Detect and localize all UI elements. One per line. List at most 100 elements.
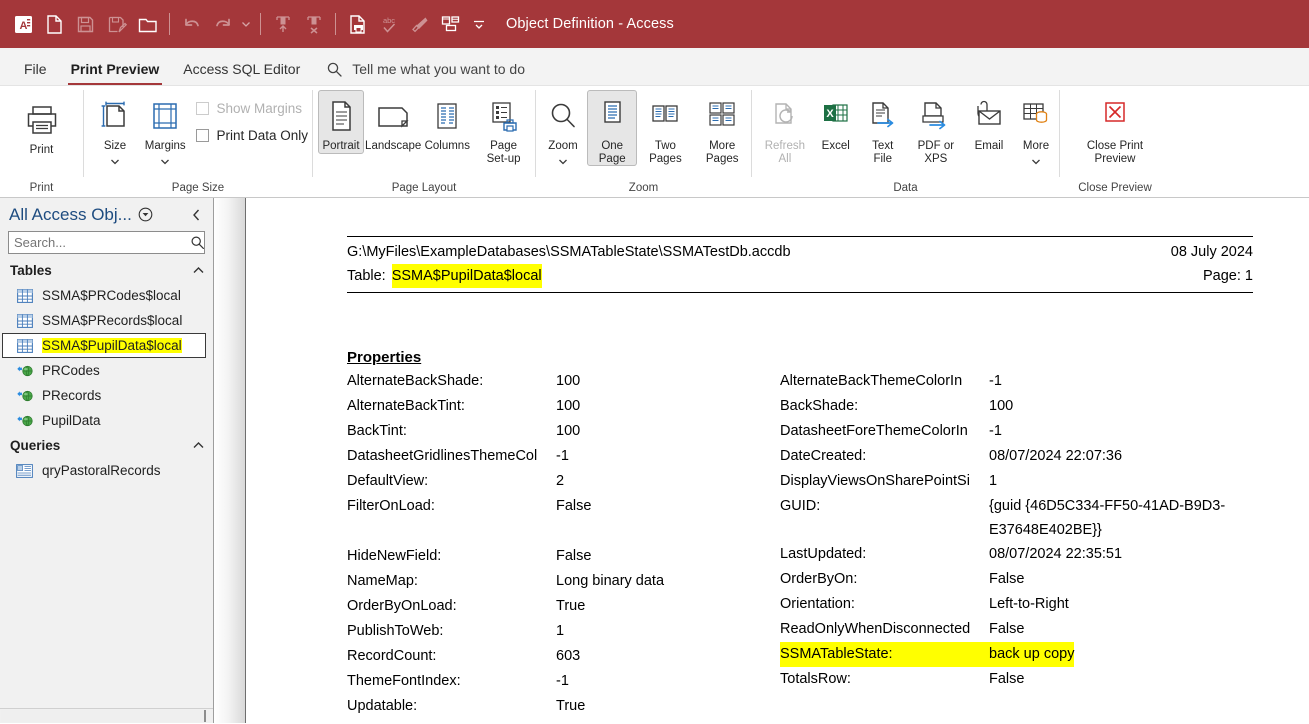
margins-dropdown-icon[interactable] xyxy=(160,153,170,171)
database-path: G:\MyFiles\ExampleDatabases\SSMATableSta… xyxy=(347,244,791,260)
one-page-button[interactable]: One Page xyxy=(587,90,638,166)
property-value: -1 xyxy=(556,448,569,464)
nav-group-queries[interactable]: Queries xyxy=(0,433,213,458)
property-value: -1 xyxy=(989,423,1002,439)
size-button[interactable]: Size xyxy=(92,90,138,172)
property-value: False xyxy=(556,548,592,564)
navigation-pane-header: All Access Obj... xyxy=(0,198,213,231)
property-value: Long binary data xyxy=(556,573,665,589)
zoom-button[interactable]: Zoom xyxy=(540,90,586,172)
excel-button[interactable]: X Excel xyxy=(813,90,859,154)
print-button-label: Print xyxy=(29,144,54,156)
landscape-button[interactable]: Landscape xyxy=(364,90,422,154)
refresh-all-button: Refresh All xyxy=(758,90,812,166)
more-pages-button[interactable]: More Pages xyxy=(693,90,751,166)
access-logo-icon[interactable]: A xyxy=(8,7,39,41)
group-label-data: Data xyxy=(893,182,918,194)
margins-button[interactable]: Margins xyxy=(140,90,190,172)
property-value: False xyxy=(989,671,1025,687)
landscape-icon xyxy=(374,93,412,139)
property-row: DisplayViewsOnSharePointSi 1 xyxy=(780,469,1253,494)
columns-icon xyxy=(431,93,463,139)
close-print-preview-icon xyxy=(1097,93,1133,139)
print-preview-icon[interactable] xyxy=(342,7,373,41)
portrait-button-label: Portrait xyxy=(322,140,360,152)
nav-item-label: PRCodes xyxy=(42,363,100,378)
email-button[interactable]: Email xyxy=(966,90,1012,154)
group-label-close-preview: Close Preview xyxy=(1078,182,1152,194)
printer-icon xyxy=(24,97,60,143)
qat-separator-3 xyxy=(335,13,336,35)
chevron-up-icon[interactable] xyxy=(192,263,205,278)
nav-item-qrypastoralrecords[interactable]: qryPastoralRecords xyxy=(0,458,213,483)
nav-item-pupildata[interactable]: PupilData xyxy=(0,408,213,433)
linked-table-icon xyxy=(16,388,33,403)
property-value: -1 xyxy=(989,373,1002,389)
chevron-down-circle-icon[interactable] xyxy=(138,207,153,222)
nav-item-label: SSMA$PupilData$local xyxy=(42,338,182,353)
nav-item-ssma-precords-local[interactable]: SSMA$PRecords$local xyxy=(0,308,213,333)
nav-item-prcodes[interactable]: PRCodes xyxy=(0,358,213,383)
print-data-only-checkbox[interactable]: Print Data Only xyxy=(192,127,312,144)
property-name: DatasheetForeThemeColorIn xyxy=(780,423,968,439)
portrait-button[interactable]: Portrait xyxy=(318,90,364,154)
property-row: Updatable: True xyxy=(347,694,780,719)
one-page-button-label: One Page xyxy=(598,140,626,165)
property-row: GUID: {guid {46D5C334-FF50-41AD-B9D3-E376… xyxy=(780,494,1253,542)
tab-file[interactable]: File xyxy=(12,53,59,85)
chevron-left-icon[interactable] xyxy=(186,208,207,222)
pdf-xps-button[interactable]: PDF or XPS xyxy=(907,90,965,166)
tell-me-search[interactable]: Tell me what you want to do xyxy=(326,53,525,85)
new-file-icon[interactable] xyxy=(39,7,70,41)
undo-icon xyxy=(176,7,207,41)
save-as-icon xyxy=(101,7,132,41)
chevron-up-icon[interactable] xyxy=(192,438,205,453)
page-setup-button[interactable]: Page Set-up xyxy=(472,90,535,166)
nav-pane-horizontal-scrollbar[interactable] xyxy=(0,708,213,723)
close-print-preview-button[interactable]: Close Print Preview xyxy=(1077,90,1153,166)
more-data-button-label: More xyxy=(1022,140,1050,152)
more-data-button[interactable]: More xyxy=(1013,90,1059,172)
preview-page[interactable]: G:\MyFiles\ExampleDatabases\SSMATableSta… xyxy=(246,198,1309,723)
checkbox-box xyxy=(196,102,210,115)
more-data-dropdown-icon[interactable] xyxy=(1031,153,1041,171)
nav-item-precords[interactable]: PRecords xyxy=(0,383,213,408)
property-name: RecordCount: xyxy=(347,648,437,664)
property-name: PublishToWeb: xyxy=(347,623,444,639)
property-value: True xyxy=(556,698,586,714)
nav-item-ssma-prcodes-local[interactable]: SSMA$PRCodes$local xyxy=(0,283,213,308)
columns-button[interactable]: Columns xyxy=(422,90,472,154)
property-name: NameMap: xyxy=(347,573,418,589)
search-icon[interactable] xyxy=(190,235,205,250)
search-input[interactable] xyxy=(8,231,205,254)
one-page-icon xyxy=(597,93,627,139)
property-name: DatasheetGridlinesThemeCol xyxy=(347,448,538,464)
text-file-button[interactable]: Text File xyxy=(860,90,906,166)
properties-heading: Properties xyxy=(347,349,422,366)
nav-group-tables[interactable]: Tables xyxy=(0,258,213,283)
relationships-icon[interactable] xyxy=(435,7,466,41)
property-name: AlternateBackShade: xyxy=(347,373,484,389)
excel-button-label: Excel xyxy=(821,140,850,152)
tab-access-sql-editor[interactable]: Access SQL Editor xyxy=(171,53,312,85)
nav-item-ssma-pupildata-local[interactable]: SSMA$PupilData$local xyxy=(2,333,206,358)
customize-qat-icon[interactable] xyxy=(468,7,490,41)
search-input-field[interactable] xyxy=(14,235,190,250)
size-dropdown-icon[interactable] xyxy=(110,153,120,171)
margins-icon xyxy=(148,93,182,139)
property-value: 08/07/2024 22:35:51 xyxy=(989,546,1123,562)
linked-table-icon xyxy=(16,413,33,428)
table-icon xyxy=(16,338,33,353)
property-row: OrderByOnLoad: True xyxy=(347,594,780,619)
redo-dropdown-icon xyxy=(238,7,254,41)
zoom-dropdown-icon[interactable] xyxy=(558,153,568,171)
tab-print-preview[interactable]: Print Preview xyxy=(59,53,172,85)
property-row: AlternateBackShade: 100 xyxy=(347,369,780,394)
two-pages-button[interactable]: Two Pages xyxy=(638,90,692,166)
nav-pane-scroll-thumb[interactable] xyxy=(1,710,206,722)
email-button-label: Email xyxy=(974,140,1004,152)
print-button[interactable]: Print xyxy=(17,90,67,158)
ribbon-group-zoom: Zoom One Page Two Pages More Pages Zoom xyxy=(536,86,751,198)
open-folder-icon[interactable] xyxy=(132,7,163,41)
property-value: 100 xyxy=(989,398,1014,414)
